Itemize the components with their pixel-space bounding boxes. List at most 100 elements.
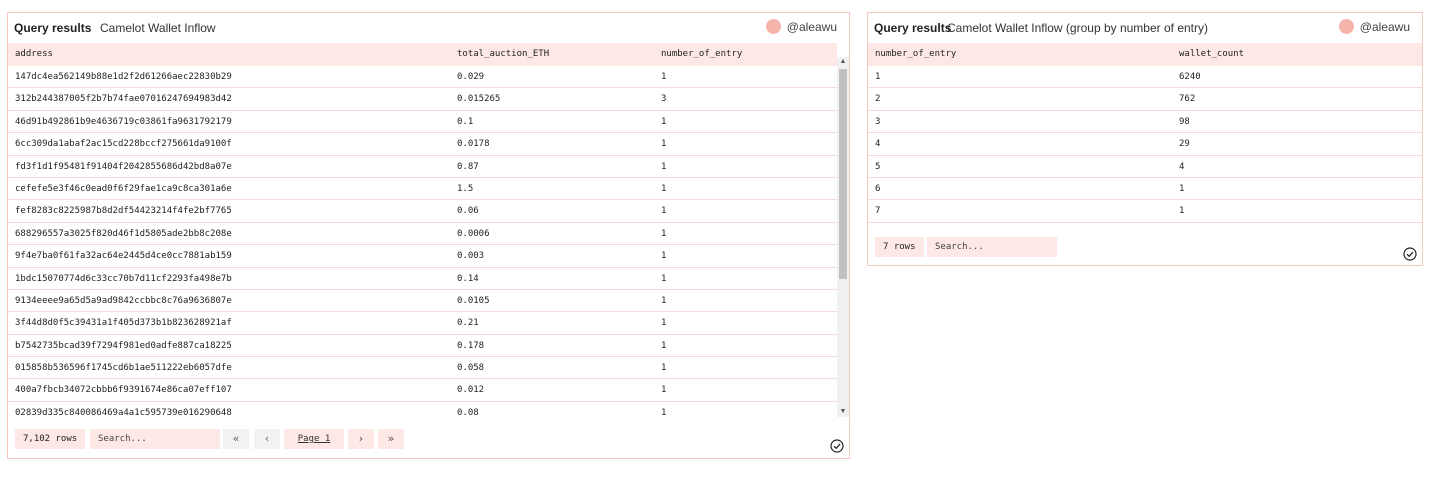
cell-total-auction-eth: 0.08 [457, 407, 479, 417]
table-scrollbar[interactable]: ▲ ▼ [837, 57, 849, 417]
table-row[interactable]: 015858b536596f1745cd6b1ae511222eb6057dfe… [8, 357, 837, 380]
cell-wallet-count: 29 [1179, 139, 1190, 150]
column-header-total-auction-eth[interactable]: total_auction_ETH [457, 49, 549, 59]
query-author[interactable]: @aleawu [765, 19, 837, 34]
cell-number-of-entry: 1 [661, 318, 667, 329]
panel-header: Query results Camelot Wallet Inflow @ale… [8, 13, 849, 43]
table-row[interactable]: 71 [868, 200, 1422, 223]
scroll-up-arrow-icon[interactable]: ▲ [837, 57, 849, 67]
cell-address: 400a7fbcb34072cbbb6f9391674e86ca07eff107 [15, 385, 232, 396]
author-name: @aleawu [786, 19, 837, 34]
table-row[interactable]: 312b244387005f2b7b74fae07016247694983d42… [8, 88, 837, 111]
table-row[interactable]: 2 762 [868, 88, 1422, 111]
table-header: address total_auction_ETH number_of_entr… [8, 43, 837, 66]
first-page-button[interactable]: « [223, 429, 249, 449]
cell-number-of-entry: 1 [661, 340, 667, 351]
table-row[interactable]: 400a7fbcb34072cbbb6f9391674e86ca07eff107… [8, 379, 837, 402]
prev-page-button[interactable]: ‹ [254, 429, 280, 449]
cell-address: 312b244387005f2b7b74fae07016247694983d42 [15, 94, 232, 105]
table-row[interactable]: 02839d335c840086469a4a1c595739e016290648… [8, 402, 837, 417]
cell-number-of-entry: 1 [661, 72, 667, 82]
current-page-button[interactable]: Page 1 [284, 429, 344, 449]
cell-wallet-count: 98 [1179, 116, 1190, 127]
table-row[interactable]: b7542735bcad39f7294f981ed0adfe887ca18225… [8, 335, 837, 358]
cell-number-of-entry: 2 [875, 94, 881, 105]
table-row[interactable]: 9f4e7ba0f61fa32ac64e2445d4ce0cc7881ab159… [8, 245, 837, 268]
last-page-button[interactable]: » [378, 429, 404, 449]
cell-number-of-entry: 1 [661, 295, 667, 306]
check-circle-icon [830, 439, 844, 453]
panel-header: Query results Camelot Wallet Inflow (gro… [868, 13, 1422, 43]
scrollbar-thumb[interactable] [839, 69, 847, 279]
cell-wallet-count: 1 [1179, 183, 1185, 194]
cell-total-auction-eth: 0.178 [457, 340, 485, 351]
cell-address: fef8283c8225987b8d2df54423214f4fe2bf7765 [15, 206, 232, 217]
cell-total-auction-eth: 0.1 [457, 116, 474, 127]
cell-total-auction-eth: 0.0178 [457, 139, 490, 150]
cell-number-of-entry: 6 [875, 183, 881, 194]
table-row[interactable]: fd3f1d1f95481f91404f2042855686d42bd8a07e… [8, 156, 837, 178]
row-count: 7 rows [875, 237, 924, 257]
column-header-number-of-entry[interactable]: number_of_entry [875, 49, 956, 59]
table-row[interactable]: 54 [868, 156, 1422, 178]
cell-number-of-entry: 1 [661, 407, 667, 417]
cell-total-auction-eth: 0.015265 [457, 94, 501, 105]
search-input[interactable] [927, 237, 1057, 257]
cell-number-of-entry: 1 [661, 385, 667, 396]
cell-total-auction-eth: 0.21 [457, 318, 479, 329]
cell-address: 46d91b492861b9e4636719c03861fa9631792179 [15, 116, 232, 127]
avatar [765, 19, 781, 34]
cell-number-of-entry: 1 [661, 161, 667, 172]
query-author[interactable]: @aleawu [1338, 19, 1410, 34]
search-input[interactable] [90, 429, 220, 449]
cell-address: 147dc4ea562149b88e1d2f2d61266aec22830b29 [15, 72, 232, 82]
cell-total-auction-eth: 1.5 [457, 183, 474, 194]
cell-total-auction-eth: 0.012 [457, 385, 485, 396]
cell-total-auction-eth: 0.06 [457, 206, 479, 217]
column-header-number-of-entry[interactable]: number_of_entry [661, 49, 742, 59]
cell-number-of-entry: 1 [661, 206, 667, 217]
cell-address: 02839d335c840086469a4a1c595739e016290648 [15, 407, 232, 417]
query-title[interactable]: Camelot Wallet Inflow [100, 21, 216, 35]
cell-number-of-entry: 3 [875, 116, 881, 127]
author-name: @aleawu [1359, 19, 1410, 34]
table-row[interactable]: 3 98 [868, 111, 1422, 134]
cell-total-auction-eth: 0.87 [457, 161, 479, 172]
cell-address: 3f44d8d0f5c39431a1f405d373b1b823628921af [15, 318, 232, 329]
cell-number-of-entry: 1 [661, 228, 667, 239]
table-row[interactable]: 61 [868, 178, 1422, 201]
table-footer: 7 rows [868, 235, 1422, 259]
column-header-wallet-count[interactable]: wallet_count [1179, 49, 1244, 59]
table-row[interactable]: 3f44d8d0f5c39431a1f405d373b1b823628921af… [8, 312, 837, 335]
cell-total-auction-eth: 0.14 [457, 273, 479, 284]
table-row[interactable]: 9134eeee9a65d5a9ad9842ccbbc8c76a9636807e… [8, 290, 837, 313]
cell-address: fd3f1d1f95481f91404f2042855686d42bd8a07e [15, 161, 232, 172]
cell-number-of-entry: 4 [875, 139, 881, 150]
cell-wallet-count: 6240 [1179, 72, 1201, 82]
cell-number-of-entry: 1 [661, 116, 667, 127]
table-row[interactable]: fef8283c8225987b8d2df54423214f4fe2bf7765… [8, 200, 837, 223]
table-row[interactable]: 6cc309da1abaf2ac15cd228bccf275661da9100f… [8, 133, 837, 156]
cell-address: 6cc309da1abaf2ac15cd228bccf275661da9100f [15, 139, 232, 150]
cell-number-of-entry: 1 [661, 251, 667, 262]
cell-number-of-entry: 1 [661, 183, 667, 194]
column-header-address[interactable]: address [15, 49, 53, 59]
query-results-panel-left: Query results Camelot Wallet Inflow @ale… [7, 12, 850, 459]
cell-address: 1bdc15070774d6c33cc70b7d11cf2293fa498e7b [15, 273, 232, 284]
cell-address: cefefe5e3f46c0ead0f6f29fae1ca9c8ca301a6e [15, 183, 232, 194]
table-row[interactable]: 4 29 [868, 133, 1422, 156]
scroll-down-arrow-icon[interactable]: ▼ [837, 407, 849, 417]
cell-number-of-entry: 3 [661, 94, 667, 105]
next-page-button[interactable]: › [348, 429, 374, 449]
table-row[interactable]: 1 6240 [868, 66, 1422, 89]
cell-total-auction-eth: 0.058 [457, 363, 485, 374]
avatar [1338, 19, 1354, 34]
table-row[interactable]: 1bdc15070774d6c33cc70b7d11cf2293fa498e7b… [8, 268, 837, 290]
table-row[interactable]: 688296557a3025f820d46f1d5805ade2bb8c208e… [8, 223, 837, 246]
query-title[interactable]: Camelot Wallet Inflow (group by number o… [947, 21, 1208, 35]
table-row[interactable]: cefefe5e3f46c0ead0f6f29fae1ca9c8ca301a6e… [8, 178, 837, 201]
table-row[interactable]: 46d91b492861b9e4636719c03861fa9631792179… [8, 111, 837, 134]
cell-wallet-count: 762 [1179, 94, 1196, 105]
table-row[interactable]: 147dc4ea562149b88e1d2f2d61266aec22830b29… [8, 66, 837, 89]
query-results-panel-right: Query results Camelot Wallet Inflow (gro… [867, 12, 1423, 266]
